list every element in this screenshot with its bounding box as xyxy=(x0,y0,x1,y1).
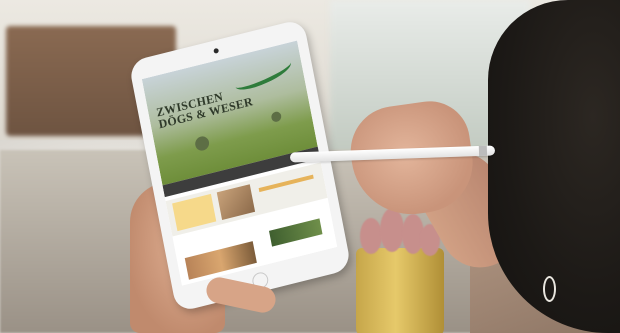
nav-item[interactable] xyxy=(180,181,182,193)
plant-leaf xyxy=(380,208,404,252)
camera-icon xyxy=(213,47,220,54)
content-photo[interactable] xyxy=(216,184,256,220)
stylus-band xyxy=(478,145,488,156)
nav-item[interactable] xyxy=(186,180,188,192)
photo-scene: ZWISCHEN DÖGS & WESER xyxy=(0,0,620,333)
content-card[interactable] xyxy=(172,193,217,232)
plant-pot xyxy=(356,248,444,333)
tree-icon xyxy=(270,110,283,123)
logo-text: ZWISCHEN DÖGS & WESER xyxy=(155,70,305,131)
tablet-screen: ZWISCHEN DÖGS & WESER xyxy=(141,40,338,286)
content-photo[interactable] xyxy=(268,218,323,247)
plant-leaf xyxy=(360,218,382,254)
content-photo[interactable] xyxy=(184,241,257,280)
tree-icon xyxy=(194,134,211,153)
earring xyxy=(543,276,556,302)
nav-item[interactable] xyxy=(174,182,176,194)
nav-item[interactable] xyxy=(168,184,170,196)
content-divider xyxy=(258,174,314,193)
